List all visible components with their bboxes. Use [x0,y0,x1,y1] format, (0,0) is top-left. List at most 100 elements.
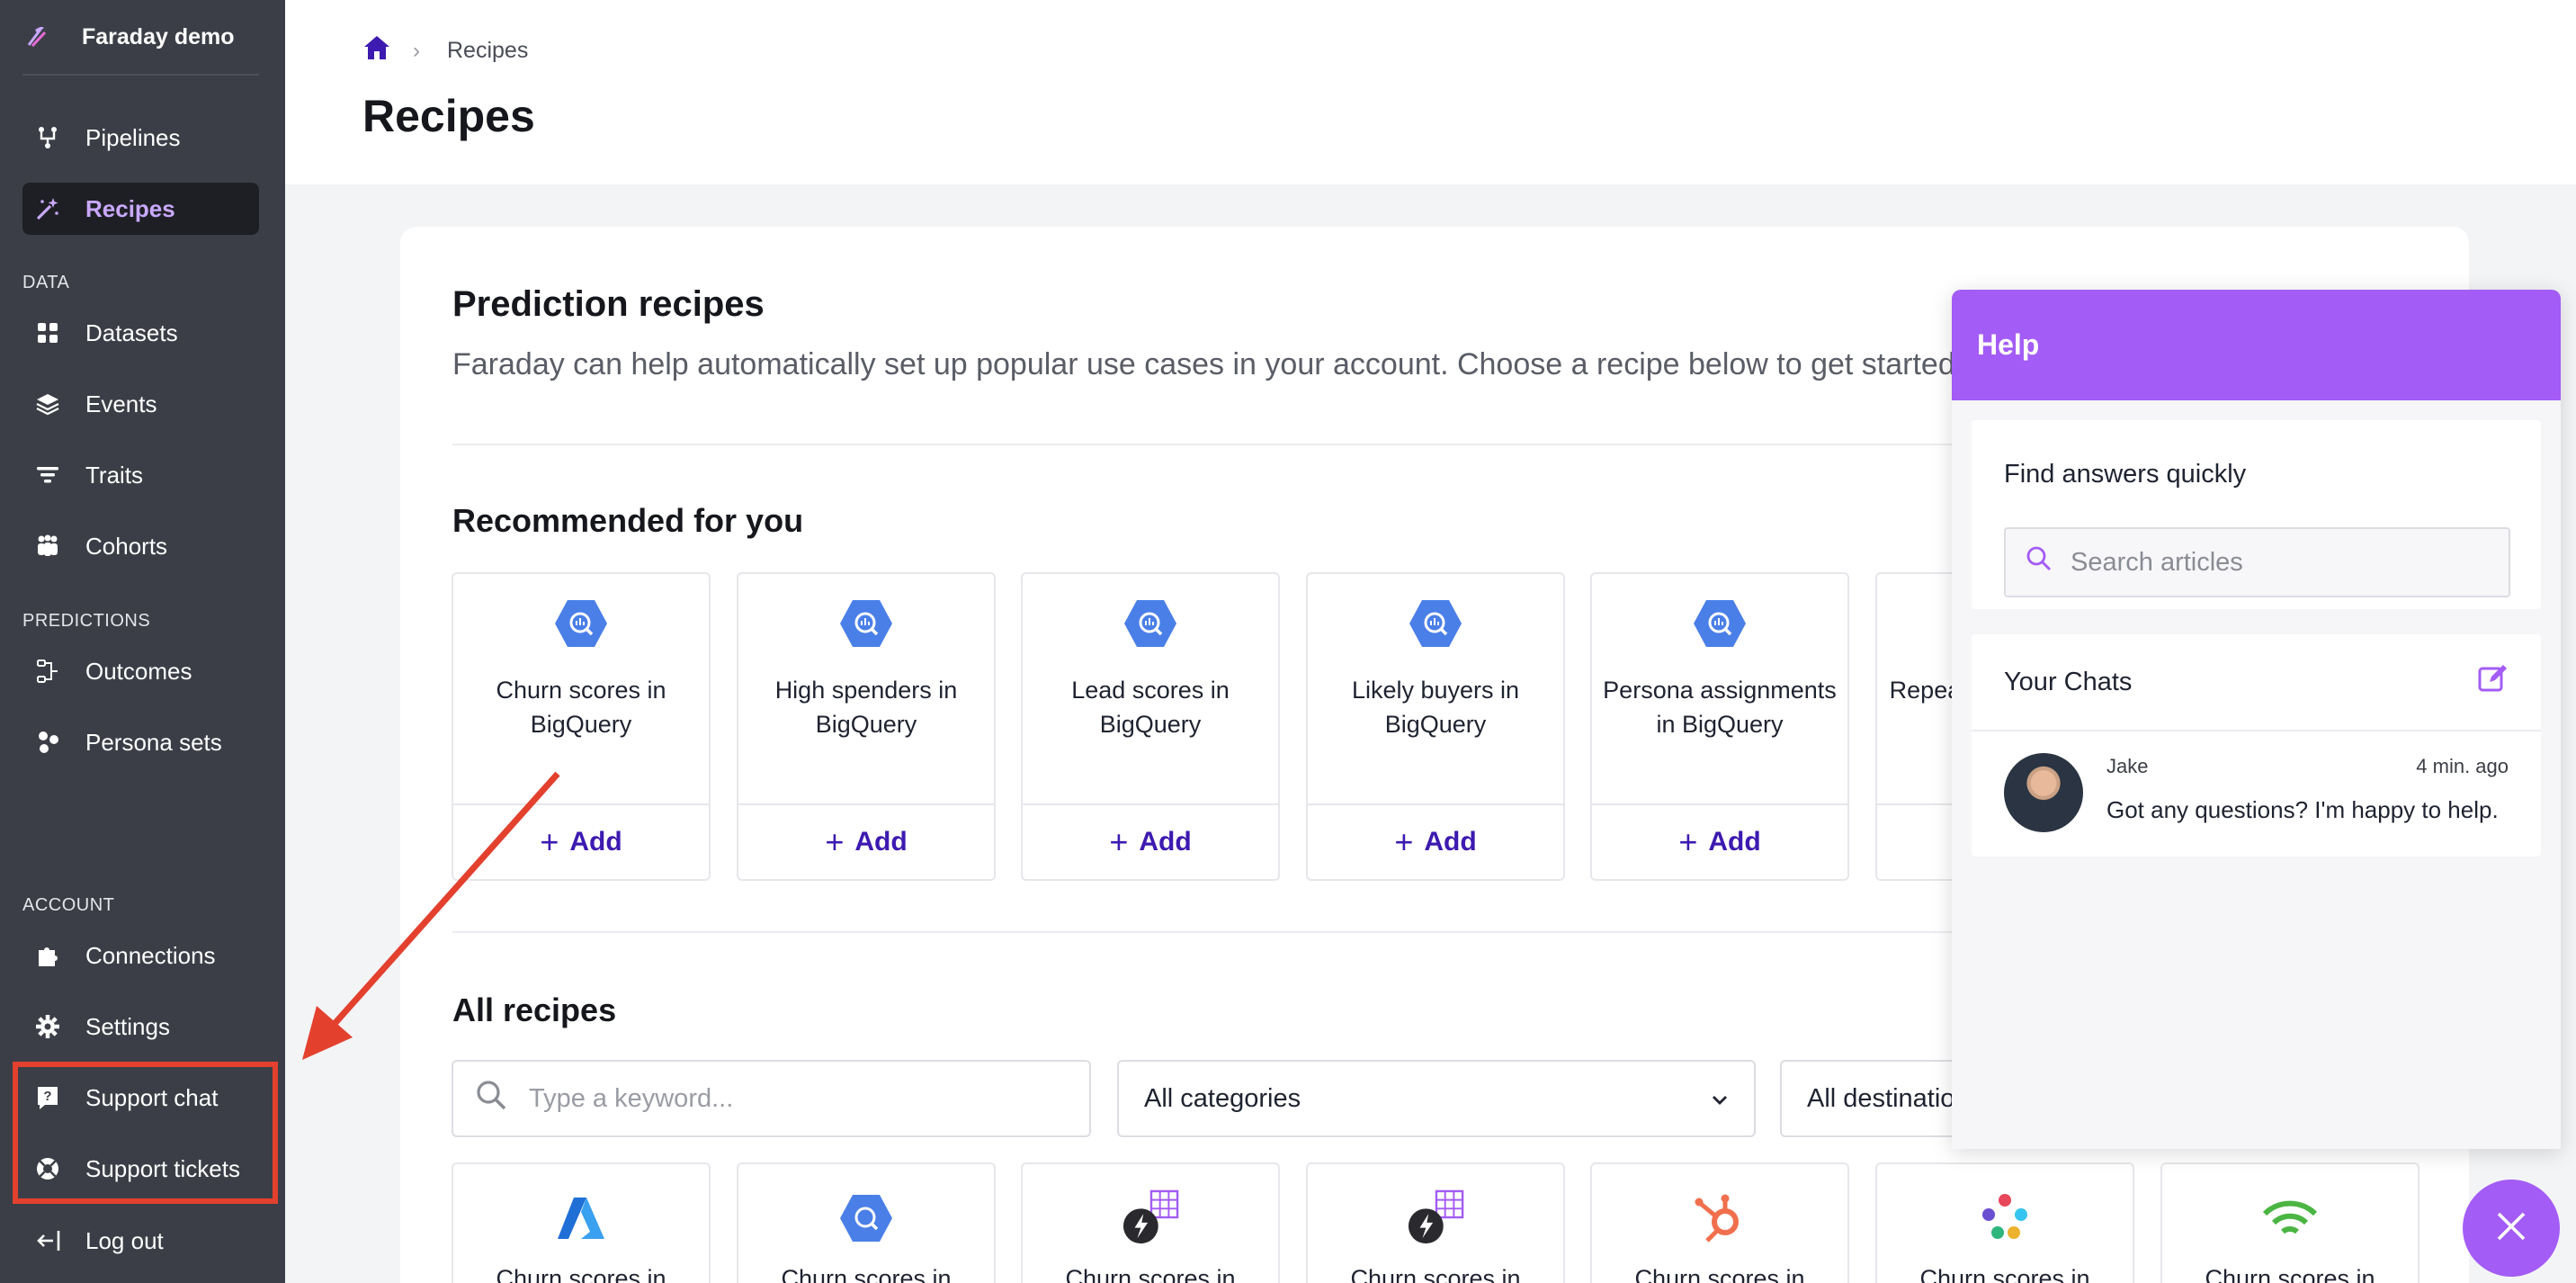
recipe-name: Likely buyers in BigQuery [1351,677,1520,738]
recipe-card[interactable]: Churn scores in [2160,1162,2419,1283]
recipe-name: High spenders in BigQuery [774,677,958,738]
find-answers-label: Find answers quickly [2004,460,2247,489]
recipe-card: Churn scores in BigQuery + Add [452,572,711,881]
plus-icon: + [825,823,845,860]
recipe-card: High spenders in BigQuery + Add [737,572,996,881]
all-recipes-title: All recipes [452,991,617,1028]
sidebar-item-label: Traits [85,461,144,489]
gear-icon [33,1012,62,1041]
recipe-name: Churn scores in [1634,1265,1805,1283]
recipe-card[interactable]: Churn scores in [737,1162,996,1283]
recipe-card: Persona assignments in BigQuery + Add [1590,572,1849,881]
topbar: › Recipes Recipes [285,0,2576,184]
search-icon [2026,545,2053,579]
sidebar-item-persona-sets[interactable]: Persona sets [22,716,259,768]
sidebar-item-events[interactable]: Events [22,378,259,430]
add-label: Add [1708,827,1761,857]
plus-icon: + [1394,823,1414,860]
recipe-card[interactable]: Churn scores in [452,1162,711,1283]
recipe-card[interactable]: Churn scores in [1590,1162,1849,1283]
recipe-name: Churn scores in [1919,1265,2090,1283]
add-label: Add [569,827,622,857]
recipe-name: Churn scores in BigQuery [496,677,666,738]
sidebar-item-pipelines[interactable]: Pipelines [22,112,259,164]
dots-icon [1976,1189,2034,1247]
grid-icon [33,319,62,347]
outcomes-icon [33,657,62,686]
bigquery-icon [837,1189,895,1247]
add-recipe-button[interactable]: + Add [738,803,994,879]
home-icon[interactable] [362,34,391,67]
keyword-search-input[interactable]: Type a keyword... [452,1060,1091,1137]
recipe-name: Lead scores in BigQuery [1071,677,1230,738]
sidebar-item-label: Outcomes [85,657,192,685]
close-help-button[interactable] [2463,1180,2560,1277]
recipe-name: Churn scores in [1065,1265,1236,1283]
wifi-icon [2261,1189,2319,1247]
your-chats-label: Your Chats [2004,667,2133,696]
search-icon [475,1079,507,1118]
help-widget: Help Find answers quickly Search article… [1952,290,2561,1149]
chevron-right-icon: › [413,38,420,63]
chat-thread[interactable]: Jake 4 min. ago Got any questions? I'm h… [1972,733,2541,857]
recipe-name: Churn scores in [1350,1265,1521,1283]
add-recipe-button[interactable]: + Add [1023,803,1278,879]
sidebar-item-outcomes[interactable]: Outcomes [22,645,259,697]
bigquery-icon [1123,599,1177,652]
add-recipe-button[interactable]: + Add [1592,803,1847,879]
add-label: Add [1139,827,1192,857]
breadcrumb-current[interactable]: Recipes [447,38,528,64]
sidebar-item-traits[interactable]: Traits [22,449,259,501]
brand[interactable]: Faraday demo [22,0,259,76]
sidebar-item-label: Events [85,390,157,417]
sidebar-item-label: Persona sets [85,728,222,756]
card-subtitle: Faraday can help automatically set up po… [452,347,1964,381]
card-title: Prediction recipes [452,284,765,324]
wand-icon [33,194,62,223]
support-highlight-box [13,1062,278,1204]
faraday-logo-icon [22,21,55,53]
plus-icon: + [540,823,559,860]
bolt-grid-icon [1122,1189,1179,1247]
search-articles-input[interactable]: Search articles [2004,527,2510,597]
bigquery-icon [1409,599,1462,652]
chat-sender: Jake [2106,755,2149,777]
chat-message: Got any questions? I'm happy to help. [2106,796,2499,823]
add-recipe-button[interactable]: + Add [1308,803,1563,879]
recipe-card: Lead scores in BigQuery + Add [1021,572,1280,881]
layers-icon [33,390,62,418]
bolt-grid-icon [1407,1189,1464,1247]
plus-icon: + [1109,823,1129,860]
sidebar-item-settings[interactable]: Settings [22,1000,259,1053]
filter-icon [33,461,62,489]
your-chats-panel: Your Chats Jake 4 min. ago Got any quest… [1972,634,2541,857]
bigquery-icon [1693,599,1747,652]
section-label-predictions: PREDICTIONS [22,611,151,631]
sidebar-item-label: Connections [85,941,216,969]
sidebar-item-cohorts[interactable]: Cohorts [22,520,259,572]
add-recipe-button[interactable]: + Add [453,803,709,879]
recipe-name: Churn scores in [781,1265,952,1283]
persona-icon [33,728,62,757]
sidebar-item-label: Recipes [85,194,175,222]
recipe-card[interactable]: Churn scores in [1021,1162,1280,1283]
compose-icon[interactable] [2478,663,2509,701]
sidebar-item-label: Settings [85,1012,170,1040]
logout-icon [33,1226,62,1255]
sidebar-item-label: Log out [85,1226,164,1254]
sidebar-item-connections[interactable]: Connections [22,929,259,982]
recommended-title: Recommended for you [452,502,804,539]
sidebar-item-log-out[interactable]: Log out [22,1215,259,1267]
recipe-card[interactable]: Churn scores in [1875,1162,2134,1283]
plus-icon: + [1678,823,1698,860]
page-title: Recipes [362,91,535,141]
avatar [2004,753,2083,832]
categories-select[interactable]: All categories [1117,1060,1756,1137]
sidebar-item-recipes[interactable]: Recipes [22,183,259,235]
chevron-down-icon [1711,1084,1729,1114]
recipe-card[interactable]: Churn scores in [1306,1162,1565,1283]
sidebar-item-datasets[interactable]: Datasets [22,307,259,359]
your-chats-header: Your Chats [1972,634,2541,731]
pipelines-icon [33,123,62,152]
people-icon [33,532,62,561]
